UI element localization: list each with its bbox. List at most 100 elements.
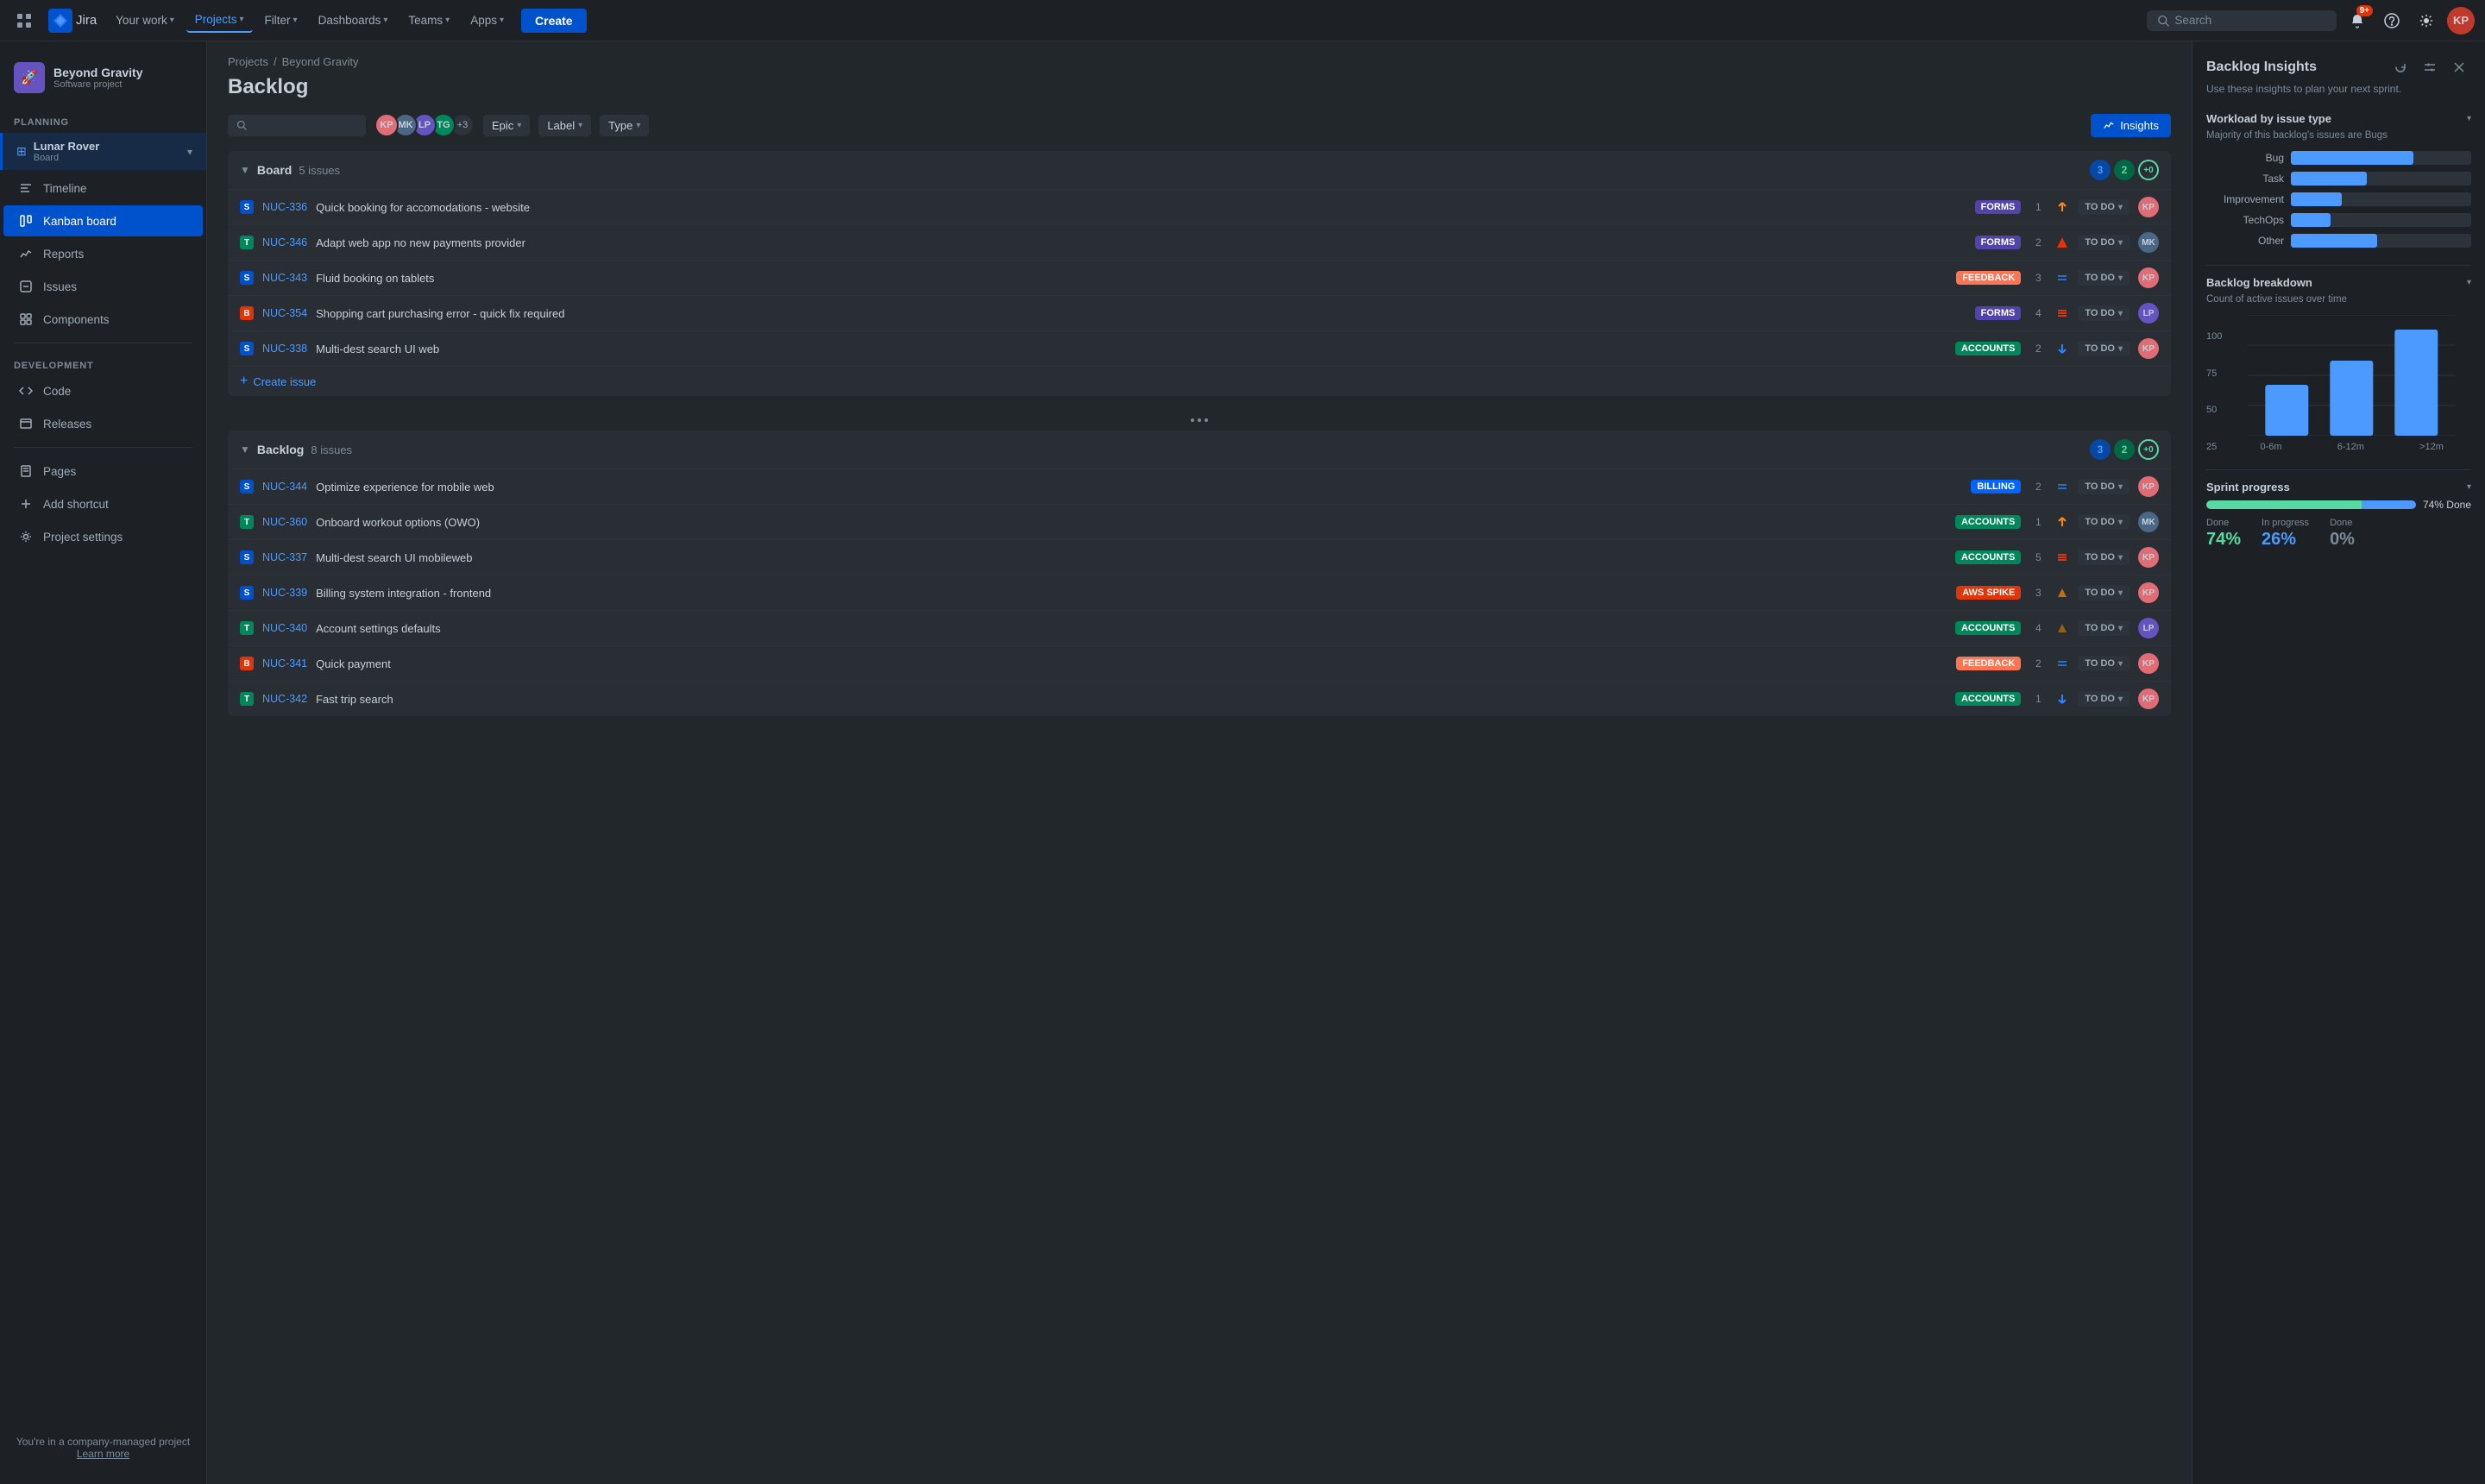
status-chip[interactable]: TO DO ▾ xyxy=(2078,305,2130,321)
status-chip[interactable]: TO DO ▾ xyxy=(2078,199,2130,215)
issue-avatar: KP xyxy=(2138,197,2159,217)
status-chip[interactable]: TO DO ▾ xyxy=(2078,620,2130,636)
priority-icon xyxy=(2055,586,2069,600)
backlog-section-header[interactable]: ▼ Backlog 8 issues 3 2 +0 xyxy=(228,431,2171,468)
issue-key[interactable]: NUC-338 xyxy=(262,343,307,355)
table-row[interactable]: T NUC-340 Account settings defaults ACCO… xyxy=(228,610,2171,645)
status-chip[interactable]: TO DO ▾ xyxy=(2078,656,2130,671)
drag-handle[interactable] xyxy=(228,410,2171,431)
sidebar-item-kanban[interactable]: Kanban board xyxy=(3,205,203,236)
breakdown-chart-header[interactable]: Backlog breakdown ▾ xyxy=(2206,276,2471,289)
issue-key[interactable]: NUC-340 xyxy=(262,622,307,634)
nav-apps[interactable]: Apps ▾ xyxy=(462,9,513,32)
backlog-search-input[interactable] xyxy=(252,119,357,132)
table-row[interactable]: B NUC-341 Quick payment FEEDBACK 2 TO DO… xyxy=(228,645,2171,681)
workload-chart-header[interactable]: Workload by issue type ▾ xyxy=(2206,112,2471,125)
issue-key[interactable]: NUC-344 xyxy=(262,481,307,493)
insights-close-button[interactable] xyxy=(2447,55,2471,79)
issue-avatar: LP xyxy=(2138,303,2159,324)
table-row[interactable]: S NUC-336 Quick booking for accomodation… xyxy=(228,189,2171,224)
notifications-button[interactable]: 9+ xyxy=(2343,7,2371,35)
issue-key[interactable]: NUC-337 xyxy=(262,551,307,563)
code-icon xyxy=(17,382,35,399)
issue-key[interactable]: NUC-346 xyxy=(262,236,307,248)
type-filter[interactable]: Type ▾ xyxy=(600,115,649,136)
nav-projects[interactable]: Projects ▾ xyxy=(186,8,253,33)
issue-summary: Optimize experience for mobile web xyxy=(316,481,1962,494)
sidebar-item-project-settings[interactable]: Project settings xyxy=(3,521,203,552)
table-row[interactable]: T NUC-346 Adapt web app no new payments … xyxy=(228,224,2171,260)
sidebar-item-releases[interactable]: Releases xyxy=(3,408,203,439)
sidebar-item-pages[interactable]: Pages xyxy=(3,456,203,487)
table-row[interactable]: S NUC-337 Multi-dest search UI mobileweb… xyxy=(228,539,2171,575)
sprint-chart-header[interactable]: Sprint progress ▾ xyxy=(2206,481,2471,494)
divider xyxy=(2206,469,2471,470)
sidebar-item-issues[interactable]: Issues xyxy=(3,271,203,302)
table-row[interactable]: S NUC-339 Billing system integration - f… xyxy=(228,575,2171,610)
grid-menu-button[interactable] xyxy=(10,7,38,35)
create-button[interactable]: Create xyxy=(521,9,587,33)
avatar-1[interactable]: KP xyxy=(374,113,399,137)
status-chip[interactable]: TO DO ▾ xyxy=(2078,270,2130,286)
story-points: 2 xyxy=(2029,343,2047,355)
status-chip[interactable]: TO DO ▾ xyxy=(2078,691,2130,707)
settings-button[interactable] xyxy=(2413,7,2440,35)
issue-key[interactable]: NUC-343 xyxy=(262,272,307,284)
status-chip[interactable]: TO DO ▾ xyxy=(2078,514,2130,530)
backlog-badge-1: 3 xyxy=(2090,439,2111,460)
status-chip[interactable]: TO DO ▾ xyxy=(2078,479,2130,494)
board-badge-3: +0 xyxy=(2138,160,2159,180)
status-chip[interactable]: TO DO ▾ xyxy=(2078,341,2130,356)
sidebar-item-reports[interactable]: Reports xyxy=(3,238,203,269)
insights-settings-button[interactable] xyxy=(2418,55,2442,79)
learn-more-link[interactable]: Learn more xyxy=(77,1448,129,1460)
issue-avatar: KP xyxy=(2138,689,2159,709)
table-row[interactable]: S NUC-344 Optimize experience for mobile… xyxy=(228,468,2171,504)
workload-bar xyxy=(2291,151,2413,165)
breadcrumb-projects[interactable]: Projects xyxy=(228,55,268,68)
board-section-header[interactable]: ▼ Board 5 issues 3 2 +0 xyxy=(228,151,2171,189)
nav-your-work[interactable]: Your work ▾ xyxy=(107,9,183,32)
nav-teams[interactable]: Teams ▾ xyxy=(399,9,458,32)
issue-type-icon: T xyxy=(240,515,254,529)
nav-dashboards[interactable]: Dashboards ▾ xyxy=(310,9,397,32)
table-row[interactable]: T NUC-360 Onboard workout options (OWO) … xyxy=(228,504,2171,539)
issue-summary: Billing system integration - frontend xyxy=(316,587,1947,600)
sprint-bar-label: 74% Done xyxy=(2423,499,2471,511)
sprint-progress-section: Sprint progress ▾ 74% Done Done 74% In p… xyxy=(2206,481,2471,550)
sidebar-item-lunar-rover[interactable]: ⊞ Lunar Rover Board ▾ xyxy=(0,133,206,170)
search-input[interactable] xyxy=(2174,14,2326,27)
issue-key[interactable]: NUC-360 xyxy=(262,516,307,528)
issue-key[interactable]: NUC-354 xyxy=(262,307,307,319)
table-row[interactable]: S NUC-343 Fluid booking on tablets FEEDB… xyxy=(228,260,2171,295)
help-button[interactable] xyxy=(2378,7,2406,35)
issue-key[interactable]: NUC-336 xyxy=(262,201,307,213)
sidebar-item-components[interactable]: Components xyxy=(3,304,203,335)
status-chip[interactable]: TO DO ▾ xyxy=(2078,550,2130,565)
backlog-search[interactable] xyxy=(228,115,366,136)
issue-key[interactable]: NUC-342 xyxy=(262,693,307,705)
insights-button[interactable]: Insights xyxy=(2091,114,2171,137)
insights-refresh-button[interactable] xyxy=(2388,55,2413,79)
status-chip[interactable]: TO DO ▾ xyxy=(2078,585,2130,601)
user-avatar[interactable]: KP xyxy=(2447,7,2475,35)
backlog-content: ▼ Board 5 issues 3 2 +0 S NUC-336 Quick … xyxy=(207,151,2192,716)
sidebar-item-timeline[interactable]: Timeline xyxy=(3,173,203,204)
jira-logo[interactable]: Jira xyxy=(48,9,97,33)
issue-key[interactable]: NUC-341 xyxy=(262,657,307,670)
breadcrumb-project-name[interactable]: Beyond Gravity xyxy=(282,55,359,68)
nav-filter[interactable]: Filter ▾ xyxy=(256,9,306,32)
sidebar-item-add-shortcut[interactable]: Add shortcut xyxy=(3,488,203,519)
epic-filter[interactable]: Epic ▾ xyxy=(483,115,530,136)
status-chip[interactable]: TO DO ▾ xyxy=(2078,235,2130,250)
workload-bar-bg xyxy=(2291,151,2471,165)
label-filter[interactable]: Label ▾ xyxy=(538,115,591,136)
issue-key[interactable]: NUC-339 xyxy=(262,587,307,599)
search-box[interactable] xyxy=(2147,10,2337,31)
table-row[interactable]: S NUC-338 Multi-dest search UI web ACCOU… xyxy=(228,330,2171,366)
sprint-stats: Done 74% In progress 26% Done 0% xyxy=(2206,518,2471,550)
table-row[interactable]: B NUC-354 Shopping cart purchasing error… xyxy=(228,295,2171,330)
sidebar-item-code[interactable]: Code xyxy=(3,375,203,406)
create-issue-board[interactable]: + Create issue xyxy=(228,366,2171,396)
table-row[interactable]: T NUC-342 Fast trip search ACCOUNTS 1 TO… xyxy=(228,681,2171,716)
